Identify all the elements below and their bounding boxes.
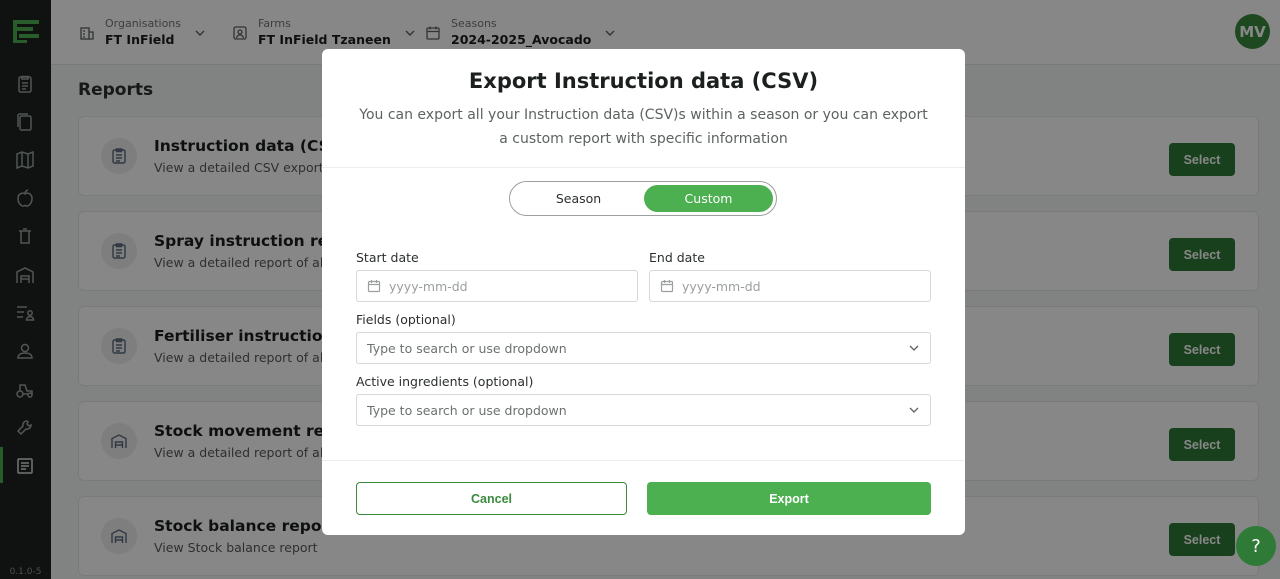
cancel-button[interactable]: Cancel [356,482,627,515]
export-modal: Export Instruction data (CSV) You can ex… [322,49,965,535]
end-date-field[interactable]: yyyy-mm-dd [649,270,931,302]
fields-placeholder: Type to search or use dropdown [367,340,567,356]
toggle-season[interactable]: Season [513,185,644,212]
export-mode-toggle: Season Custom [509,181,777,216]
active-ingredients-label: Active ingredients (optional) [356,374,534,389]
chevron-down-icon [909,407,919,413]
start-date-field[interactable]: yyyy-mm-dd [356,270,638,302]
end-date-placeholder: yyyy-mm-dd [682,278,761,294]
export-button[interactable]: Export [647,482,931,515]
end-date-label: End date [649,250,705,265]
divider [322,460,965,461]
modal-subtitle: You can export all your Instruction data… [359,107,928,147]
calendar-icon [367,280,381,293]
start-date-placeholder: yyyy-mm-dd [389,278,468,294]
active-ingredients-dropdown[interactable]: Type to search or use dropdown [356,394,931,426]
help-button[interactable]: ? [1236,526,1276,566]
active-ingredients-placeholder: Type to search or use dropdown [367,402,567,418]
fields-label: Fields (optional) [356,312,456,327]
start-date-label: Start date [356,250,419,265]
fields-dropdown[interactable]: Type to search or use dropdown [356,332,931,364]
chevron-down-icon [909,345,919,351]
toggle-custom[interactable]: Custom [644,185,773,212]
divider [322,167,965,168]
modal-title: Export Instruction data (CSV) [468,69,819,93]
calendar-icon [660,280,674,293]
